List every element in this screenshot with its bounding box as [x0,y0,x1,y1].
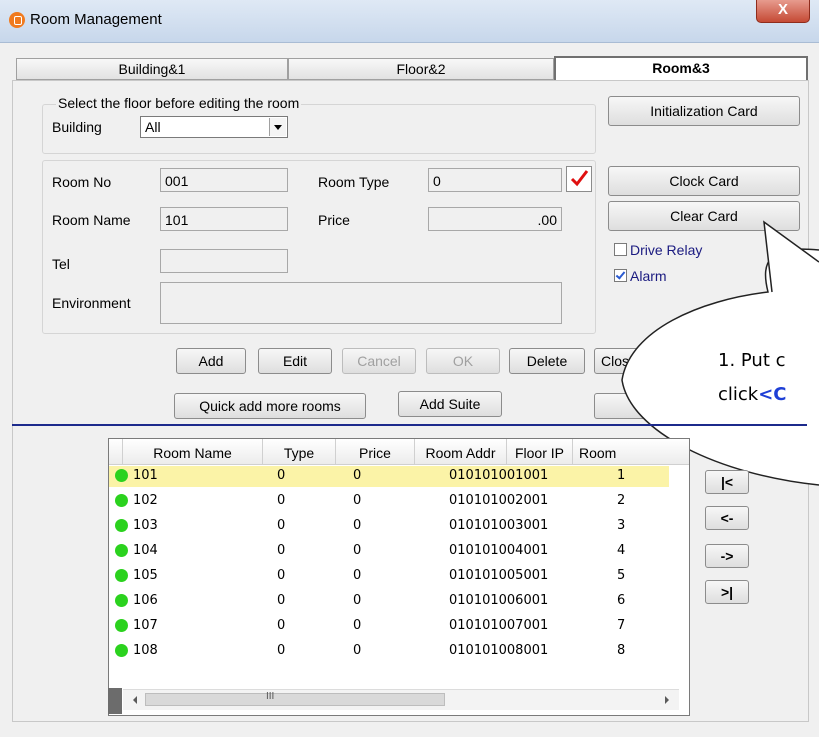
cell-type: 0 [277,643,286,658]
cell-room-name: 107 [133,618,158,633]
column-header-room-addr[interactable]: Room Addr [415,439,507,465]
cell-type: 0 [277,593,286,608]
cell-room-name: 102 [133,493,158,508]
last-record-button[interactable]: >| [705,580,749,604]
cell-room-addr: 010101002001 [449,493,549,508]
cell-room-name: 103 [133,518,158,533]
status-dot-icon [115,644,128,657]
cell-room: 8 [617,643,626,658]
table-row[interactable]: 102 0 0 010101002001 2 [109,491,669,512]
room-management-window: Room Management X Building&1 Floor&2 Roo… [0,0,819,737]
cell-room-addr: 010101008001 [449,643,549,658]
cell-type: 0 [277,568,286,583]
callout-line-2-highlight: <C [758,384,787,405]
rooms-table[interactable]: Room Name Type Price Room Addr Floor IP … [108,438,690,716]
table-row[interactable]: 101 0 0 010101001001 1 [109,466,669,487]
scroll-grip: III [266,691,275,702]
cell-price: 0 [353,468,362,483]
table-row[interactable]: 107 0 0 010101007001 7 [109,616,669,637]
cell-type: 0 [277,618,286,633]
cell-room: 5 [617,568,626,583]
cell-room: 1 [617,468,626,483]
column-header-room[interactable]: Room [573,439,689,465]
grid-corner-block [108,688,122,714]
cell-room-name: 104 [133,543,158,558]
cell-room-name: 105 [133,568,158,583]
cell-type: 0 [277,543,286,558]
cell-room-name: 106 [133,593,158,608]
cell-price: 0 [353,643,362,658]
callout-line-2: click<C [718,384,787,405]
table-row[interactable]: 104 0 0 010101004001 4 [109,541,669,562]
status-dot-icon [115,544,128,557]
next-record-button[interactable]: -> [705,544,749,568]
callout-line-1: 1. Put c [718,350,786,371]
cell-room-name: 108 [133,643,158,658]
table-corner [109,439,123,465]
cell-room-addr: 010101003001 [449,518,549,533]
cell-type: 0 [277,518,286,533]
table-row[interactable]: 105 0 0 010101005001 5 [109,566,669,587]
cell-room-name: 101 [133,468,158,483]
cell-type: 0 [277,493,286,508]
cell-price: 0 [353,618,362,633]
previous-record-button[interactable]: <- [705,506,749,530]
cell-room-addr: 010101007001 [449,618,549,633]
column-header-price[interactable]: Price [336,439,415,465]
table-row[interactable]: 108 0 0 010101008001 8 [109,641,669,662]
cell-room: 6 [617,593,626,608]
cell-price: 0 [353,593,362,608]
column-header-type[interactable]: Type [263,439,336,465]
cell-room: 7 [617,618,626,633]
horizontal-scroll-thumb[interactable]: III [145,691,445,706]
callout-line-2-prefix: click [718,384,759,405]
cell-price: 0 [353,518,362,533]
cell-price: 0 [353,568,362,583]
column-header-floor-ip[interactable]: Floor IP [507,439,573,465]
cell-room-addr: 010101004001 [449,543,549,558]
cell-room: 2 [617,493,626,508]
section-divider [12,424,807,426]
status-dot-icon [115,469,128,482]
cell-price: 0 [353,493,362,508]
table-row[interactable]: 106 0 0 010101006001 6 [109,591,669,612]
cell-room-addr: 010101006001 [449,593,549,608]
cell-room: 4 [617,543,626,558]
status-dot-icon [115,569,128,582]
cell-room-addr: 010101001001 [449,468,549,483]
horizontal-scrollbar[interactable]: III [123,689,679,710]
status-dot-icon [115,494,128,507]
cell-type: 0 [277,468,286,483]
cell-room: 3 [617,518,626,533]
status-dot-icon [115,594,128,607]
table-row[interactable]: 103 0 0 010101003001 3 [109,516,669,537]
cell-room-addr: 010101005001 [449,568,549,583]
cell-price: 0 [353,543,362,558]
status-dot-icon [115,519,128,532]
first-record-button[interactable]: |< [705,470,749,494]
column-header-room-name[interactable]: Room Name [123,439,263,465]
status-dot-icon [115,619,128,632]
